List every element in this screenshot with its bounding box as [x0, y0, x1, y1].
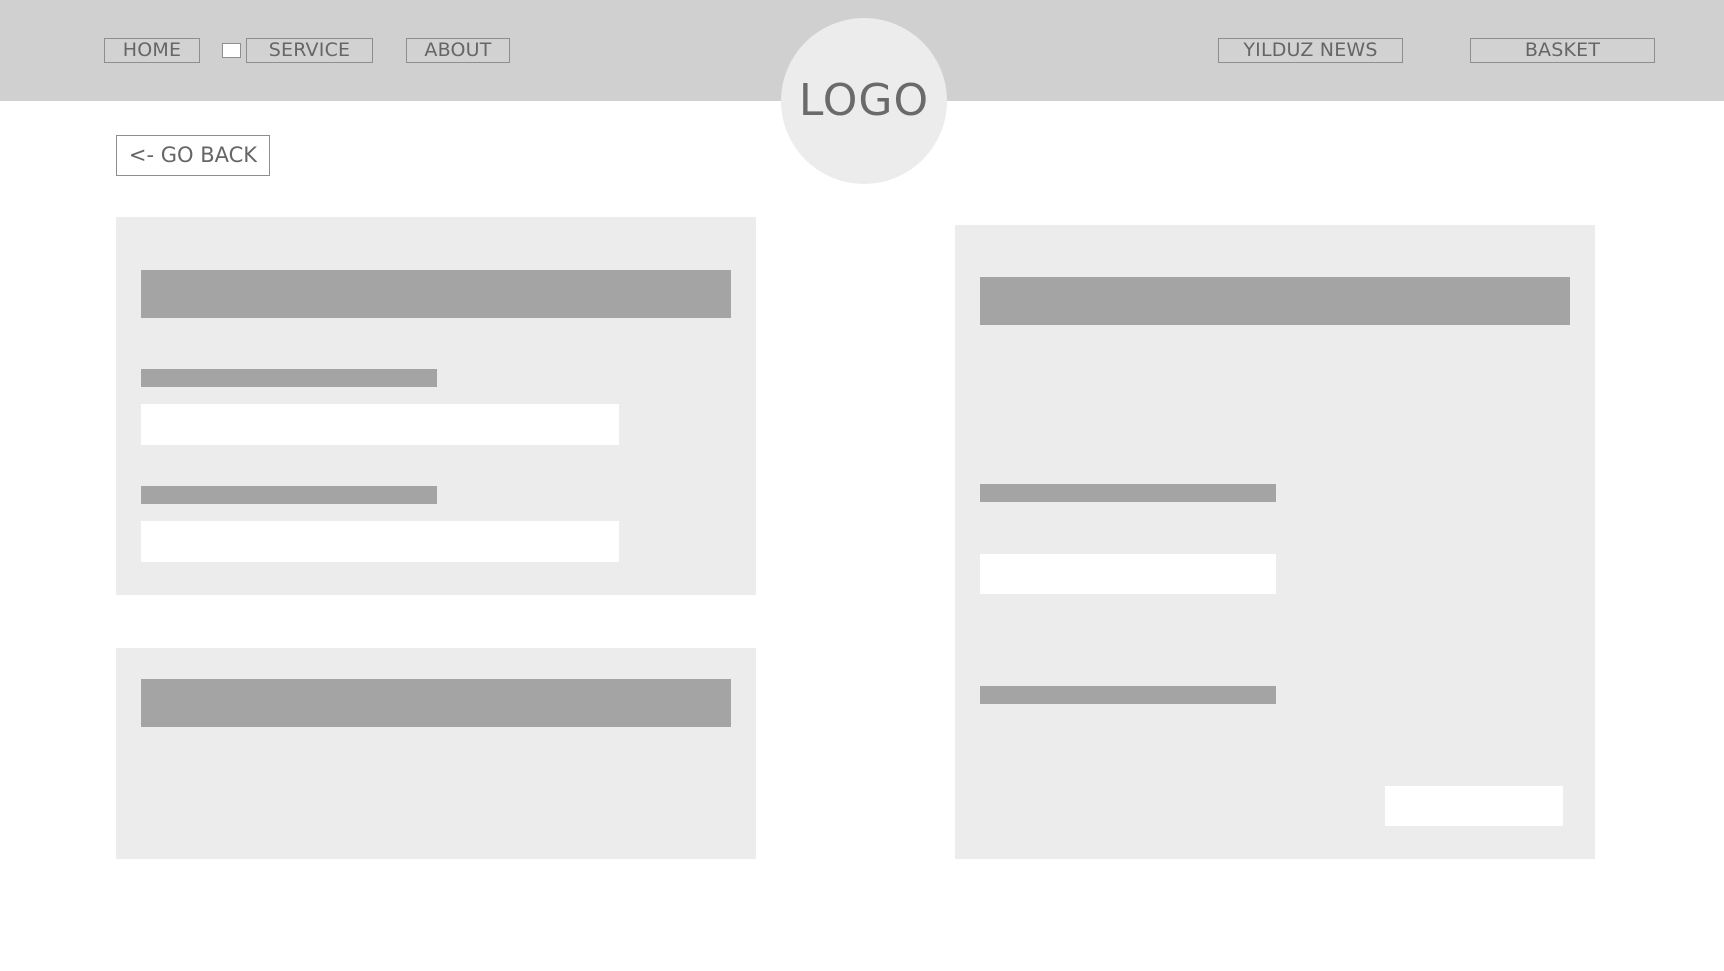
- nav-service-button[interactable]: SERVICE: [246, 38, 373, 63]
- field-label-placeholder: [141, 369, 437, 387]
- submit-button[interactable]: [1385, 786, 1563, 826]
- panel-title-placeholder: [980, 277, 1570, 325]
- nav-basket-button[interactable]: BASKET: [1470, 38, 1655, 63]
- form-input-2[interactable]: [141, 521, 619, 562]
- nav-checkbox[interactable]: [222, 43, 241, 58]
- field-label-placeholder: [980, 686, 1276, 704]
- right-input[interactable]: [980, 554, 1276, 594]
- nav-yilduz-news-button[interactable]: YILDUZ NEWS: [1218, 38, 1403, 63]
- page: HOME SERVICE ABOUT YILDUZ NEWS BASKET LO…: [0, 0, 1724, 971]
- nav-home-button[interactable]: HOME: [104, 38, 200, 63]
- go-back-button[interactable]: <- GO BACK: [116, 135, 270, 176]
- panel-title-placeholder: [141, 270, 731, 318]
- panel-title-placeholder: [141, 679, 731, 727]
- left-bottom-panel: [116, 648, 756, 859]
- field-label-placeholder: [141, 486, 437, 504]
- form-input-1[interactable]: [141, 404, 619, 445]
- left-form-panel: [116, 217, 756, 595]
- field-label-placeholder: [980, 484, 1276, 502]
- right-panel: [955, 225, 1595, 859]
- logo[interactable]: LOGO: [781, 18, 947, 184]
- nav-about-button[interactable]: ABOUT: [406, 38, 510, 63]
